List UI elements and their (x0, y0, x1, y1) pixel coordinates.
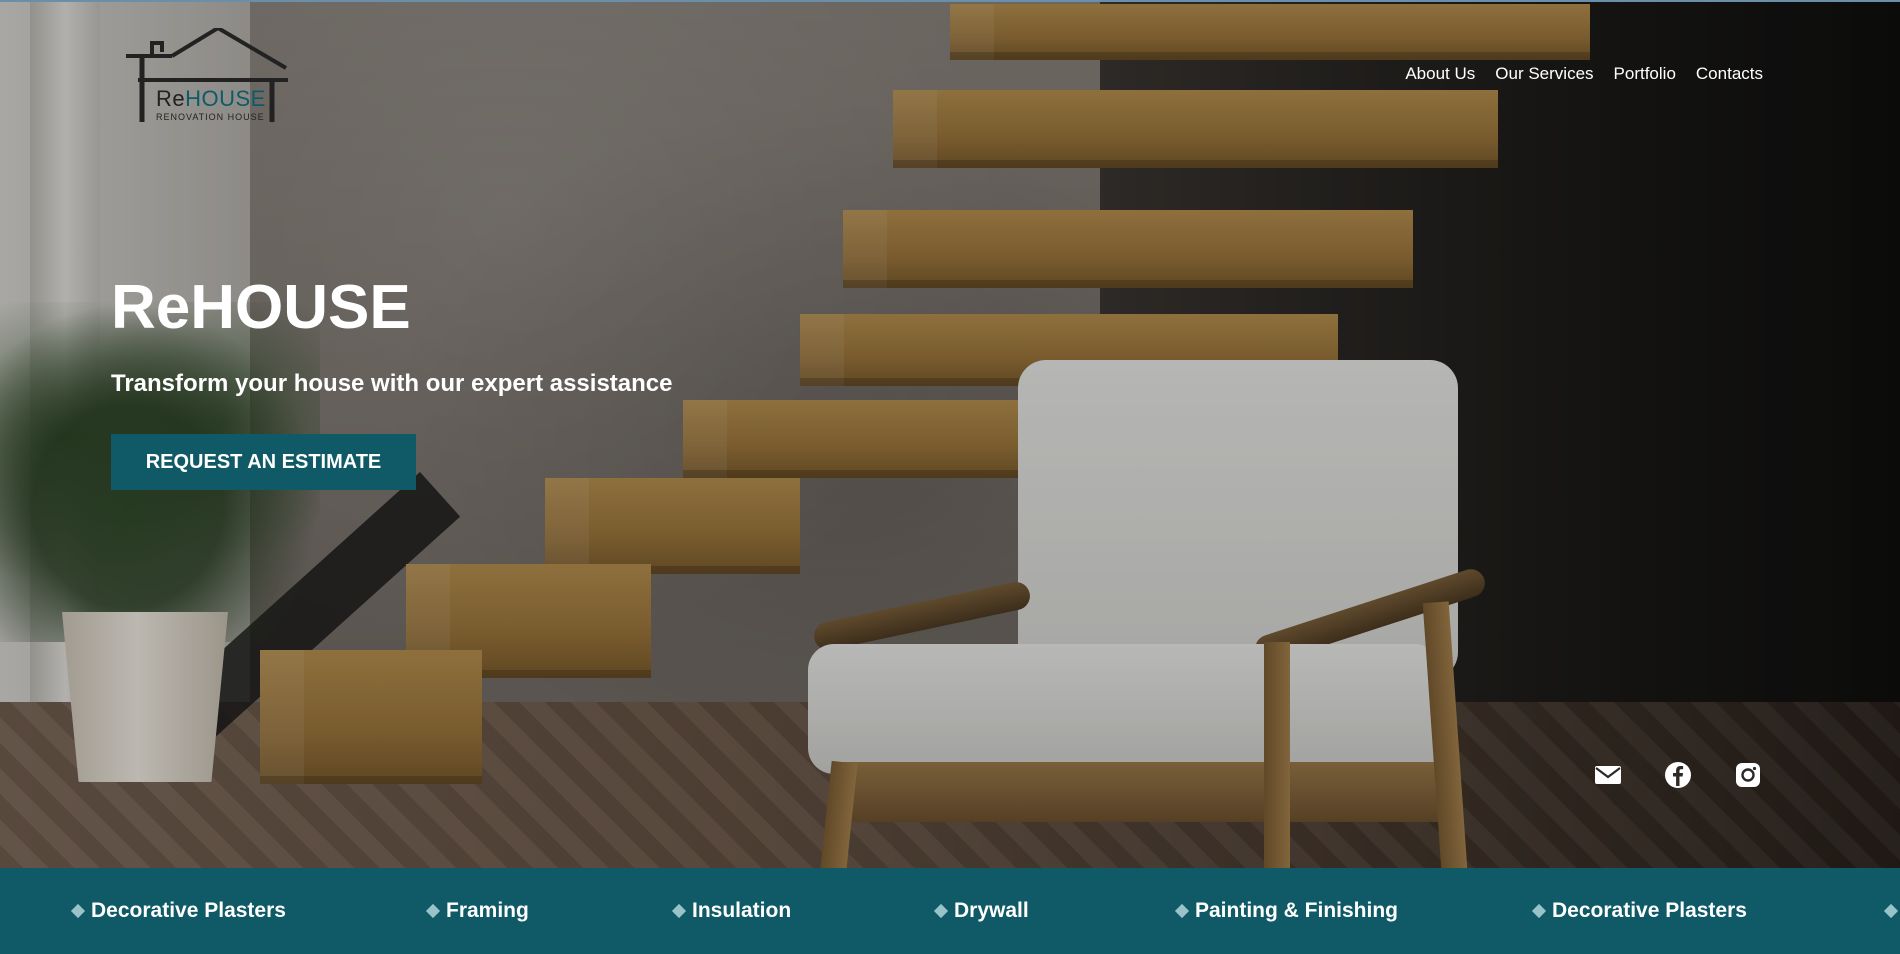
instagram-icon[interactable] (1733, 760, 1763, 790)
diamond-bullet-icon (70, 903, 86, 919)
diamond-bullet-icon (933, 903, 949, 919)
nav-item-contacts[interactable]: Contacts (1696, 64, 1763, 84)
ticker-item-label: Drywall (954, 899, 1029, 922)
diamond-bullet-icon (425, 903, 441, 919)
nav-item-our-services[interactable]: Our Services (1495, 64, 1593, 84)
diamond-bullet-icon (1883, 903, 1899, 919)
ticker-item-label: Decorative Plasters (1552, 899, 1747, 922)
mail-icon[interactable] (1593, 760, 1623, 790)
diamond-bullet-icon (1531, 903, 1547, 919)
logo-wordmark: ReHOUSE (156, 86, 266, 112)
ticker-item: Framing (425, 868, 529, 954)
ticker-item (1883, 868, 1899, 954)
ticker-item: Decorative Plasters (1531, 868, 1747, 954)
facebook-icon[interactable] (1663, 760, 1693, 790)
ticker-item-label: Painting & Finishing (1195, 899, 1398, 922)
nav-item-about-us[interactable]: About Us (1405, 64, 1475, 84)
social-links (1593, 760, 1763, 790)
nav-item-portfolio[interactable]: Portfolio (1614, 64, 1676, 84)
logo-word-highlight: HOUSE (185, 86, 266, 111)
ticker-item: Insulation (671, 868, 792, 954)
ticker-item-label: Framing (446, 899, 529, 922)
hero-subtitle: Transform your house with our expert ass… (111, 370, 673, 397)
ticker-item: Drywall (933, 868, 1029, 954)
ticker-item-label: Insulation (692, 899, 792, 922)
hero-section: ReHOUSE RENOVATION HOUSE About Us Our Se… (0, 0, 1900, 868)
logo-word-prefix: Re (156, 86, 186, 111)
diamond-bullet-icon (671, 903, 687, 919)
main-nav: About Us Our Services Portfolio Contacts (1405, 64, 1763, 84)
diamond-bullet-icon (1174, 903, 1190, 919)
ticker-item-label: Decorative Plasters (91, 899, 286, 922)
logo-tagline: RENOVATION HOUSE (156, 112, 265, 122)
ticker-item: Decorative Plasters (70, 868, 286, 954)
site-logo[interactable]: ReHOUSE RENOVATION HOUSE (126, 25, 288, 124)
ticker-item: Painting & Finishing (1174, 868, 1398, 954)
request-estimate-button[interactable]: REQUEST AN ESTIMATE (111, 434, 416, 490)
services-ticker: Decorative Plasters Framing Insulation D… (0, 868, 1900, 954)
hero-title: ReHOUSE (111, 273, 411, 342)
